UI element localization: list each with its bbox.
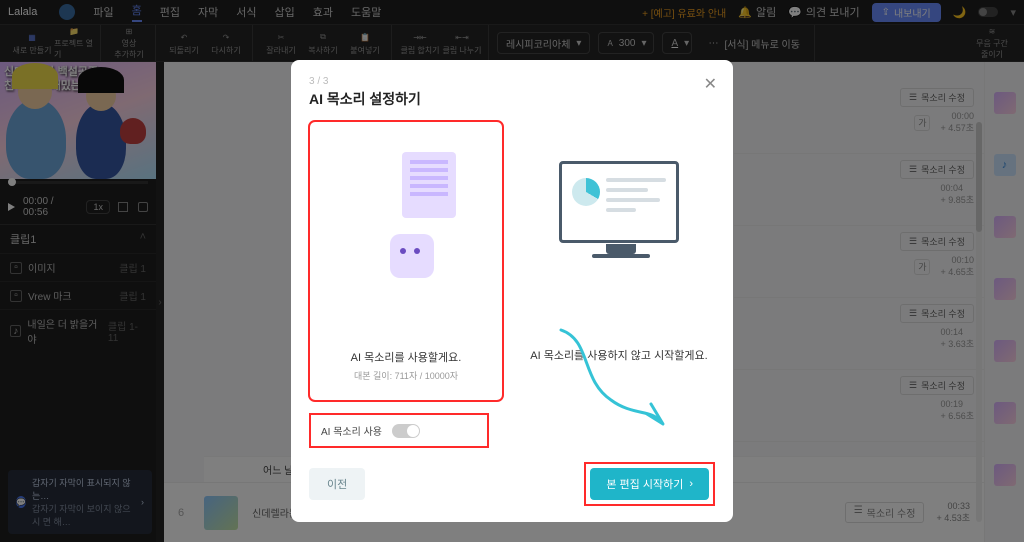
hand-drawn-arrow-icon xyxy=(551,320,681,440)
prev-button[interactable]: 이전 xyxy=(309,468,365,500)
start-editing-button[interactable]: 본 편집 시작하기› xyxy=(590,468,709,500)
robot-icon xyxy=(390,234,434,278)
card-subtitle: 대본 길이: 711자 / 10000자 xyxy=(354,369,458,382)
chevron-right-icon: › xyxy=(689,478,693,490)
modal-footer: 이전 본 편집 시작하기› xyxy=(309,462,715,506)
modal-title: AI 목소리 설정하기 xyxy=(309,89,715,109)
card-title: AI 목소리를 사용할게요. xyxy=(351,349,462,365)
step-indicator: 3 / 3 xyxy=(309,76,715,87)
card-use-ai-voice[interactable]: AI 목소리를 사용할게요. 대본 길이: 711자 / 10000자 xyxy=(309,121,503,401)
monitor-icon xyxy=(559,161,679,243)
ai-voice-modal: 3 / 3 AI 목소리 설정하기 ✕ AI 목소리를 사용할게요. 대본 길이… xyxy=(291,60,733,522)
ai-voice-toggle[interactable] xyxy=(392,424,420,438)
document-icon xyxy=(402,152,456,218)
toggle-label: AI 목소리 사용 xyxy=(321,423,382,438)
pie-chart-icon xyxy=(572,178,600,206)
lines-icon xyxy=(606,178,666,218)
ai-voice-toggle-box: AI 목소리 사용 xyxy=(309,413,489,448)
close-icon[interactable]: ✕ xyxy=(704,74,717,94)
modal-overlay: 3 / 3 AI 목소리 설정하기 ✕ AI 목소리를 사용할게요. 대본 길이… xyxy=(0,0,1024,542)
